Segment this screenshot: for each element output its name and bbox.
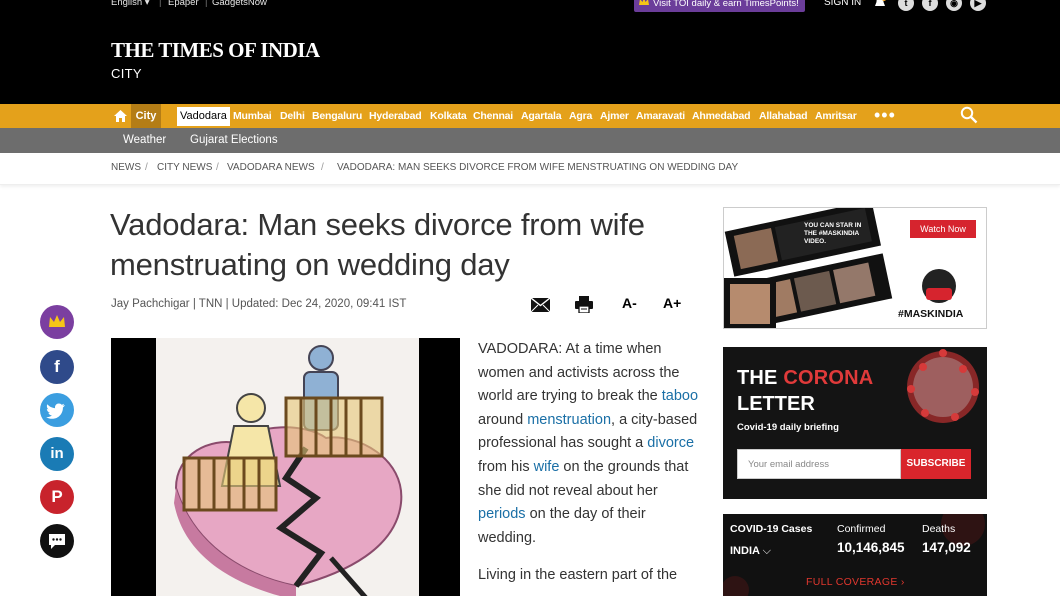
article-body: VADODARA: At a time when women and activ… xyxy=(478,338,700,602)
youtube-icon[interactable]: ▶ xyxy=(970,0,986,11)
epaper-link[interactable]: Epaper xyxy=(168,0,199,8)
nav-item-hyderabad[interactable]: Hyderabad xyxy=(369,104,422,128)
covid-stats-widget: COVID-19 Cases INDIA ⌵ Confirmed 10,146,… xyxy=(723,514,987,596)
timespoints-promo[interactable]: Visit TOI daily & earn TimesPoints! xyxy=(634,0,805,12)
breadcrumb-separator: / xyxy=(216,162,219,173)
nav-item-agra[interactable]: Agra xyxy=(569,104,592,128)
nav-item-allahabad[interactable]: Allahabad xyxy=(759,104,808,128)
deaths-value: 147,092 xyxy=(922,540,971,555)
nav-item-chennai[interactable]: Chennai xyxy=(473,104,513,128)
nav-item-agartala[interactable]: Agartala xyxy=(521,104,562,128)
region-selector[interactable]: INDIA ⌵ xyxy=(730,545,771,558)
divider: | xyxy=(205,0,208,8)
nav-item-ajmer[interactable]: Ajmer xyxy=(600,104,629,128)
facebook-icon[interactable]: f xyxy=(922,0,938,11)
breadcrumb-news[interactable]: NEWS xyxy=(111,162,141,173)
keyword-link-taboo[interactable]: taboo xyxy=(662,388,698,404)
nav-item-bengaluru[interactable]: Bengaluru xyxy=(312,104,362,128)
article-paragraph: Living in the eastern part of the xyxy=(478,567,678,584)
breadcrumb-separator: / xyxy=(321,162,324,173)
facebook-icon[interactable]: f xyxy=(40,350,74,384)
breadcrumb-current: VADODARA: MAN SEEKS DIVORCE FROM WIFE ME… xyxy=(337,162,739,173)
tab-city[interactable]: City xyxy=(131,104,161,128)
tab-vadodara[interactable]: Vadodara xyxy=(177,107,230,126)
breadcrumb-city-news[interactable]: CITY NEWS xyxy=(157,162,212,173)
article-image xyxy=(111,338,460,596)
subscribe-button[interactable]: SUBSCRIBE xyxy=(901,449,971,479)
nav-item-amritsar[interactable]: Amritsar xyxy=(815,104,857,128)
city-nav: City Vadodara Mumbai Delhi Bengaluru Hyd… xyxy=(0,104,1060,128)
full-coverage-link[interactable]: FULL COVERAGE › xyxy=(806,576,905,588)
body-text: from his xyxy=(478,458,534,475)
sign-in-link[interactable]: SIGN IN xyxy=(824,0,861,8)
pinterest-icon[interactable]: P xyxy=(40,480,74,514)
nav-item-ahmedabad[interactable]: Ahmedabad xyxy=(692,104,750,128)
more-menu-button[interactable]: ••• xyxy=(874,104,896,128)
breadcrumb: NEWS / CITY NEWS / VADODARA NEWS / VADOD… xyxy=(0,155,1060,185)
gadgetsnow-link[interactable]: GadgetsNow xyxy=(212,0,267,8)
linkedin-icon[interactable]: in xyxy=(40,437,74,471)
divider: | xyxy=(159,0,162,8)
corona-letter-title-line2: LETTER xyxy=(737,393,815,415)
nav-item-amaravati[interactable]: Amaravati xyxy=(636,104,685,128)
rss-icon[interactable]: ◉ xyxy=(946,0,962,11)
top-utility-bar: English ▾ | Epaper | GadgetsNow Visit TO… xyxy=(0,0,1060,14)
language-selector[interactable]: English ▾ xyxy=(111,0,150,8)
keyword-link-wife[interactable]: wife xyxy=(534,459,560,475)
corona-letter-signup: THE CORONA LETTER Covid-19 daily briefin… xyxy=(723,347,987,499)
keyword-link-menstruation[interactable]: menstruation xyxy=(527,412,611,428)
site-logo[interactable]: THE TIMES OF INDIA xyxy=(111,38,320,63)
twitter-icon[interactable]: t xyxy=(898,0,914,11)
email-field[interactable]: Your email address xyxy=(737,449,901,479)
keyword-link-divorce[interactable]: divorce xyxy=(647,435,694,451)
corona-letter-subtitle: Covid-19 daily briefing xyxy=(737,422,839,433)
search-icon[interactable] xyxy=(960,106,978,124)
maskindia-ad[interactable]: YOU CAN STAR IN THE #MASKINDIA VIDEO. Wa… xyxy=(723,207,987,329)
print-icon[interactable] xyxy=(575,296,593,313)
section-label: CITY xyxy=(111,66,142,81)
article-byline: Jay Pachchigar | TNN | Updated: Dec 24, … xyxy=(111,298,407,310)
covid-heading: COVID-19 Cases xyxy=(730,523,813,535)
breadcrumb-vadodara-news[interactable]: VADODARA NEWS xyxy=(227,162,315,173)
home-icon[interactable] xyxy=(112,108,129,124)
body-text: VADODARA: At a time when women and activ… xyxy=(478,341,680,405)
crown-icon[interactable] xyxy=(40,305,74,339)
font-decrease-button[interactable]: A- xyxy=(622,295,637,311)
article-paragraph: VADODARA: At a time when women and activ… xyxy=(478,338,700,550)
bell-icon[interactable] xyxy=(874,0,886,9)
corona-letter-title: THE CORONA xyxy=(737,367,873,390)
confirmed-label: Confirmed xyxy=(837,523,886,535)
title-highlight: CORONA xyxy=(783,367,874,389)
confirmed-value: 10,146,845 xyxy=(837,540,905,555)
crown-icon xyxy=(639,0,649,5)
promo-text: Visit TOI daily & earn TimesPoints! xyxy=(653,0,799,9)
email-share-icon[interactable] xyxy=(531,298,550,312)
breadcrumb-separator: / xyxy=(145,162,148,173)
ad-caption: YOU CAN STAR IN THE #MASKINDIA VIDEO. xyxy=(804,222,862,245)
sub-nav: Weather Gujarat Elections xyxy=(0,128,1060,153)
title-text: THE xyxy=(737,367,784,389)
divorce-illustration xyxy=(156,338,419,596)
site-header: English ▾ | Epaper | GadgetsNow Visit TO… xyxy=(0,0,1060,104)
subnav-weather[interactable]: Weather xyxy=(123,128,166,153)
subnav-gujarat-elections[interactable]: Gujarat Elections xyxy=(190,128,278,153)
ad-hashtag: #MASKINDIA xyxy=(898,308,964,320)
twitter-icon[interactable] xyxy=(40,393,74,427)
deaths-label: Deaths xyxy=(922,523,956,535)
nav-item-delhi[interactable]: Delhi xyxy=(280,104,305,128)
article-headline: Vadodara: Man seeks divorce from wife me… xyxy=(110,207,645,282)
body-text: around xyxy=(478,411,528,428)
region-label: INDIA xyxy=(730,545,760,557)
comment-icon[interactable] xyxy=(40,524,74,558)
font-increase-button[interactable]: A+ xyxy=(663,295,681,311)
keyword-link-periods[interactable]: periods xyxy=(478,506,526,522)
watch-now-button[interactable]: Watch Now xyxy=(910,220,976,238)
nav-item-mumbai[interactable]: Mumbai xyxy=(233,104,272,128)
nav-item-kolkata[interactable]: Kolkata xyxy=(430,104,467,128)
chevron-down-icon: ⌵ xyxy=(762,545,771,557)
